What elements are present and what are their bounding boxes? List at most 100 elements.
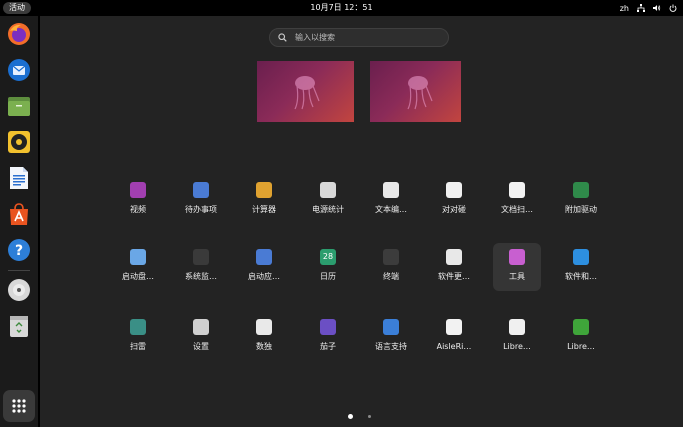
- app-libreoffice[interactable]: Libre…: [493, 313, 541, 361]
- dock-writer[interactable]: [5, 164, 33, 192]
- app-grid-icon: [12, 399, 26, 413]
- app-mines[interactable]: 扫雷: [114, 313, 162, 361]
- calculator-icon: [256, 182, 272, 198]
- app-label: Libre…: [567, 342, 595, 351]
- workspace-thumbnail-1[interactable]: [257, 61, 354, 122]
- search-input[interactable]: [295, 33, 435, 42]
- show-apps-button[interactable]: [3, 390, 35, 422]
- app-settings[interactable]: 设置: [177, 313, 225, 361]
- libreoffice-calc-icon: [573, 319, 589, 335]
- app-language-support[interactable]: 语言支持: [367, 313, 415, 361]
- system-monitor-icon: [193, 249, 209, 265]
- dock-files[interactable]: [5, 92, 33, 120]
- dock-firefox[interactable]: [5, 20, 33, 48]
- app-label: 对对碰: [442, 205, 466, 214]
- svg-text:?: ?: [15, 243, 23, 259]
- app-label: 扫雷: [130, 342, 146, 351]
- software-updater-icon: [446, 249, 462, 265]
- clock[interactable]: 10月7日 12：51: [0, 2, 683, 14]
- video-icon: [130, 182, 146, 198]
- app-label: 文本编…: [375, 205, 407, 214]
- app-label: 启动应…: [248, 272, 280, 281]
- app-video[interactable]: 视频: [114, 176, 162, 224]
- app-sudoku[interactable]: 数独: [240, 313, 288, 361]
- software-properties-icon: [573, 249, 589, 265]
- app-label: 软件更…: [438, 272, 470, 281]
- power-icon: [669, 4, 677, 12]
- app-terminal[interactable]: 终端: [367, 243, 415, 291]
- terminal-icon: [383, 249, 399, 265]
- app-cheese[interactable]: 茄子: [304, 313, 352, 361]
- firefox-icon: [8, 23, 30, 45]
- text-editor-icon: [383, 182, 399, 198]
- libreoffice-writer-icon: [10, 167, 28, 189]
- app-label: 视频: [130, 205, 146, 214]
- app-label: 设置: [193, 342, 209, 351]
- app-label: 数独: [256, 342, 272, 351]
- dock-disc[interactable]: [5, 276, 33, 304]
- todo-icon: [193, 182, 209, 198]
- app-system-monitor[interactable]: 系统监…: [177, 243, 225, 291]
- calendar-icon: 28: [320, 249, 336, 265]
- dock-rhythmbox[interactable]: [5, 128, 33, 156]
- jellyfish-wallpaper: [407, 76, 433, 110]
- language-support-icon: [383, 319, 399, 335]
- dock-trash[interactable]: [5, 312, 33, 340]
- cheese-icon: [320, 319, 336, 335]
- dock-ubuntu-software[interactable]: [5, 200, 33, 228]
- utilities-folder-icon: [509, 249, 525, 265]
- dock-thunderbird[interactable]: [5, 56, 33, 84]
- search-icon: [278, 33, 287, 42]
- app-aisleriot[interactable]: AisleRi…: [430, 313, 478, 361]
- app-label: 计算器: [252, 205, 276, 214]
- settings-icon: [193, 319, 209, 335]
- app-label: 启动盘…: [122, 272, 154, 281]
- app-label: 语言支持: [375, 342, 407, 351]
- app-label: 日历: [320, 272, 336, 281]
- app-todo[interactable]: 待办事项: [177, 176, 225, 224]
- app-label: 文档扫…: [501, 205, 533, 214]
- app-label: 系统监…: [185, 272, 217, 281]
- additional-drivers-icon: [573, 182, 589, 198]
- app-document-scanner[interactable]: 文档扫…: [493, 176, 541, 224]
- app-label: 软件和…: [565, 272, 597, 281]
- disc-icon: [8, 279, 30, 301]
- network-icon: [637, 4, 645, 12]
- rhythmbox-icon: [8, 131, 30, 153]
- search-field[interactable]: [269, 28, 449, 47]
- files-icon: [8, 97, 30, 116]
- app-additional-drivers[interactable]: 附加驱动: [557, 176, 605, 224]
- app-mahjongg[interactable]: 对对碰: [430, 176, 478, 224]
- app-label: 工具: [509, 272, 525, 281]
- page-dot-1[interactable]: [348, 414, 353, 419]
- system-status-area[interactable]: zh: [620, 2, 677, 14]
- dock-help[interactable]: ?: [5, 236, 33, 264]
- app-startup-apps[interactable]: 启动应…: [240, 243, 288, 291]
- app-text-editor[interactable]: 文本编…: [367, 176, 415, 224]
- app-libreoffice-calc[interactable]: Libre…: [557, 313, 605, 361]
- mahjongg-icon: [446, 182, 462, 198]
- sudoku-icon: [256, 319, 272, 335]
- libreoffice-icon: [509, 319, 525, 335]
- app-label: 待办事项: [185, 205, 217, 214]
- app-utilities-folder[interactable]: 工具: [493, 243, 541, 291]
- app-startup-disk[interactable]: 启动盘…: [114, 243, 162, 291]
- power-statistics-icon: [320, 182, 336, 198]
- app-calendar[interactable]: 28 日历: [304, 243, 352, 291]
- app-label: 终端: [383, 272, 399, 281]
- startup-apps-icon: [256, 249, 272, 265]
- jellyfish-wallpaper: [294, 76, 320, 110]
- workspace-thumbnail-2[interactable]: [370, 61, 461, 122]
- app-label: AisleRi…: [436, 342, 472, 351]
- trash-icon: [10, 316, 28, 337]
- mines-icon: [130, 319, 146, 335]
- page-dot-2[interactable]: [368, 415, 371, 418]
- input-method-indicator[interactable]: zh: [620, 4, 629, 13]
- app-power-statistics[interactable]: 电源统计: [304, 176, 352, 224]
- top-bar: 活动 10月7日 12：51 zh: [0, 0, 683, 16]
- app-software-properties[interactable]: 软件和…: [557, 243, 605, 291]
- startup-disk-icon: [130, 249, 146, 265]
- app-label: 附加驱动: [565, 205, 597, 214]
- app-software-updater[interactable]: 软件更…: [430, 243, 478, 291]
- app-calculator[interactable]: 计算器: [240, 176, 288, 224]
